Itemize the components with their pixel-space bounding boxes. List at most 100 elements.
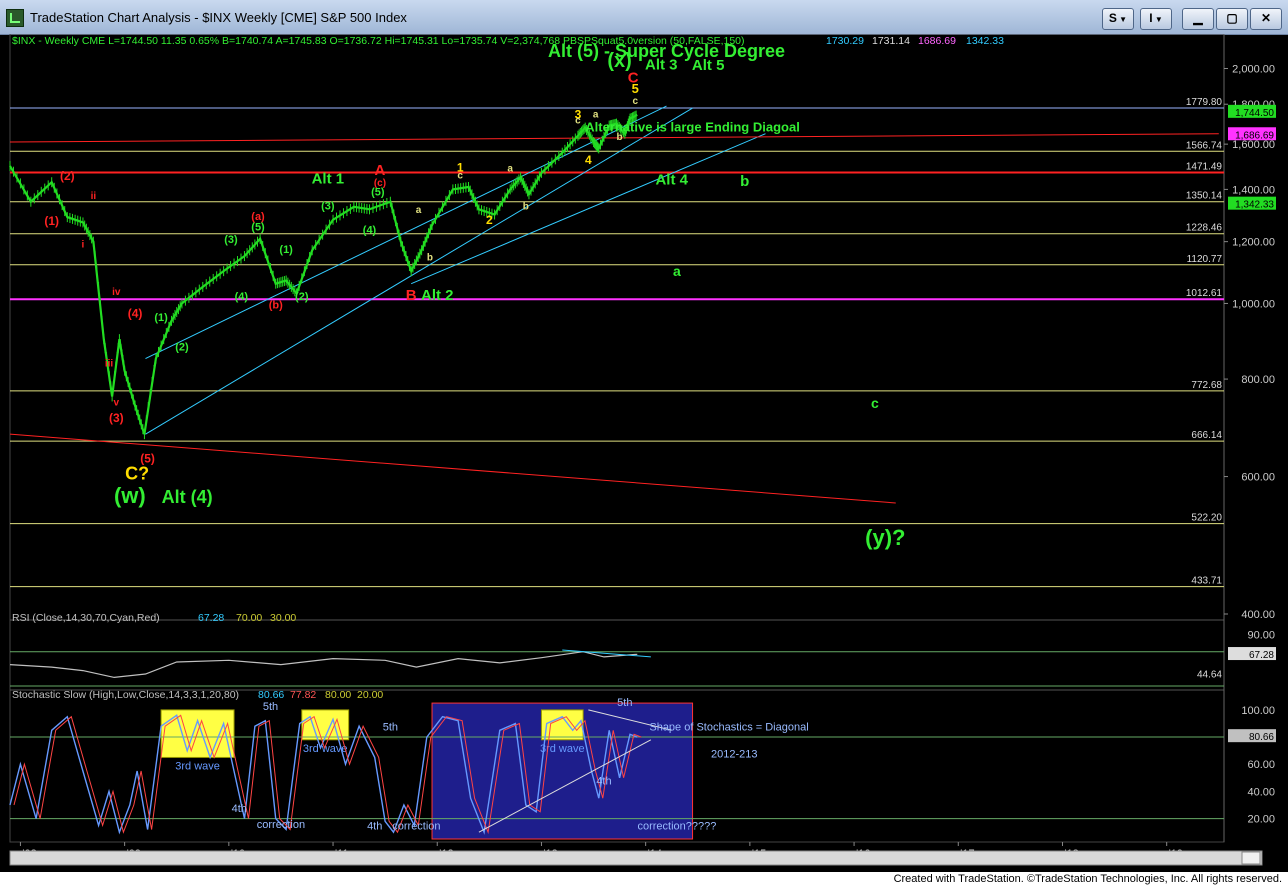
wave-label: (3) [109, 411, 124, 425]
rsi-y-tick-label: 90.00 [1247, 630, 1275, 642]
wave-label: (1) [279, 244, 293, 256]
wave-label: (2) [295, 291, 309, 303]
level-label: 1120.77 [1187, 254, 1223, 265]
rsi-header-value: 70.00 [236, 612, 262, 624]
chart-area[interactable]: 2,000.001,800.001,600.001,400.001,200.00… [0, 34, 1288, 872]
stochastic-y-tick-label: 100.00 [1241, 705, 1275, 717]
wave-label: a [507, 164, 513, 175]
stochastic-header-value: 80.66 [258, 689, 284, 701]
wave-label: (3) [321, 200, 335, 212]
credit-text: Created with TradeStation. ©TradeStation… [893, 873, 1282, 885]
wave-label: (5) [251, 222, 265, 234]
level-label: 1471.49 [1186, 162, 1223, 173]
wave-label: a [673, 263, 681, 279]
maximize-button[interactable]: ▢ [1216, 8, 1248, 30]
stochastic-annotation: correction????? [637, 820, 716, 832]
price-header-value: 1686.69 [918, 35, 956, 47]
wave-label: Alt 1 [312, 170, 345, 187]
rsi-header: RSI (Close,14,30,70,Cyan,Red) [12, 612, 160, 624]
rsi-header-value: 30.00 [270, 612, 296, 624]
level-label: 1779.80 [1186, 97, 1223, 108]
dropdown-arrow-icon: ▼ [1116, 15, 1128, 24]
stochastic-annotation: correction [257, 819, 305, 831]
stochastic-header-value: 80.00 [325, 689, 351, 701]
stochastic-annotation: 5th [263, 701, 278, 713]
horizontal-scrollbar[interactable] [9, 850, 1263, 866]
wave-label: i [82, 239, 85, 250]
third-wave-label: 3rd wave [175, 760, 220, 772]
wave-label: c [871, 395, 879, 411]
stochastic-annotation: correction [392, 820, 440, 832]
wave-label: b [523, 201, 529, 212]
rsi-series [9, 651, 638, 679]
stochastic-annotation: 2012-213 [711, 748, 758, 760]
wave-label: A [375, 162, 386, 179]
stochastic-header-value: 20.00 [357, 689, 383, 701]
level-label: 772.68 [1191, 380, 1222, 391]
wave-label: Alt 3 [645, 56, 678, 73]
wave-label: (5) [371, 187, 385, 199]
wave-label: 4 [585, 153, 592, 167]
stochastic-annotation: 4th [596, 776, 611, 788]
close-icon: ✕ [1260, 11, 1272, 25]
wave-label: Alt (4) [162, 487, 213, 507]
wave-label: a [416, 205, 422, 216]
stochastic-value-badge-label: 80.66 [1249, 732, 1274, 743]
wave-label: Alt 4 [655, 172, 688, 189]
wave-label: 5 [632, 81, 639, 96]
title-bar: TradeStation Chart Analysis - $INX Weekl… [0, 0, 1288, 35]
wave-label: (2) [60, 169, 75, 183]
trendline [9, 133, 1219, 143]
wave-label: (4) [128, 306, 143, 320]
price-y-tick-label: 1,000.00 [1232, 298, 1275, 310]
stochastic-header: Stochastic Slow (High,Low,Close,14,3,3,1… [12, 689, 239, 701]
wave-label: (1) [44, 214, 59, 228]
stochastic-y-tick-label: 40.00 [1247, 786, 1275, 798]
stochastic-annotation: 5th [617, 697, 632, 709]
level-label: 1350.14 [1186, 191, 1223, 202]
wave-label: (4) [363, 224, 377, 236]
stochastic-y-tick-label: 60.00 [1247, 759, 1275, 771]
chart-svg[interactable]: 2,000.001,800.001,600.001,400.001,200.00… [0, 34, 1288, 872]
price-badge-label: 1,686.69 [1235, 130, 1274, 141]
level-label: 1566.74 [1186, 140, 1223, 151]
wave-label: Alt 2 [421, 287, 454, 304]
price-badge-label: 1,744.50 [1235, 108, 1274, 119]
wave-label: c [632, 96, 638, 107]
window-title: TradeStation Chart Analysis - $INX Weekl… [30, 10, 407, 25]
chart-menu-button[interactable]: I ▼ [1140, 8, 1172, 30]
wave-label: (1) [154, 312, 168, 324]
wave-label: (2) [175, 342, 189, 354]
price-series [9, 113, 638, 435]
scrollbar-thumb[interactable] [1241, 851, 1261, 865]
wave-label: C? [125, 463, 149, 483]
wave-label: b [427, 253, 433, 264]
wave-label: (y)? [865, 525, 905, 550]
wave-label: (3) [224, 234, 238, 246]
symbol-menu-button[interactable]: S ▼ [1102, 8, 1134, 30]
stochastic-annotation: 4th [367, 820, 382, 832]
maximize-icon: ▢ [1226, 11, 1238, 25]
wave-label: iv [112, 287, 121, 298]
price-y-tick-label: 1,400.00 [1232, 184, 1275, 196]
price-y-tick-label: 600.00 [1241, 472, 1275, 484]
price-header-value: 1342.33 [966, 35, 1004, 47]
price-header-value: 1730.29 [826, 35, 864, 47]
tradestation-app-icon [6, 9, 24, 27]
wave-label: (b) [269, 300, 283, 312]
wave-label: iii [105, 359, 114, 370]
level-label: 433.71 [1191, 576, 1222, 587]
wave-label: b [617, 132, 623, 143]
trendline [145, 105, 667, 359]
minimize-button[interactable]: ▁ [1182, 8, 1214, 30]
wave-label: c [457, 171, 463, 182]
minimize-icon: ▁ [1193, 11, 1203, 25]
price-y-tick-label: 400.00 [1241, 609, 1275, 621]
rsi-header-value: 67.28 [198, 612, 224, 624]
close-button[interactable]: ✕ [1250, 8, 1282, 30]
rsi-level-label: 44.64 [1197, 670, 1222, 681]
level-label: 666.14 [1191, 430, 1222, 441]
stochastic-y-tick-label: 20.00 [1247, 814, 1275, 826]
stochastic-annotation: 5th [383, 721, 398, 733]
level-label: 1228.46 [1186, 223, 1223, 234]
